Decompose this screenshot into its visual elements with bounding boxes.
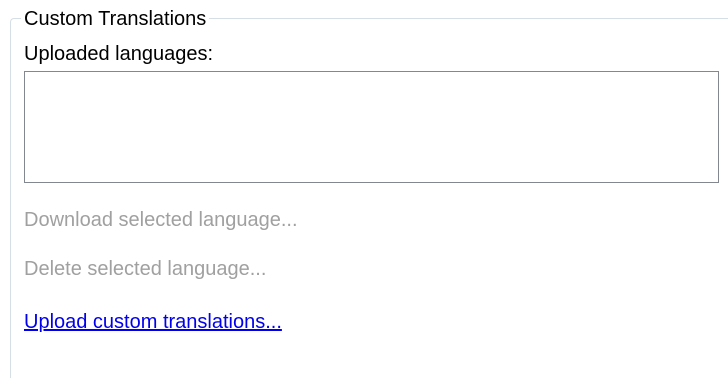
upload-custom-translations-link[interactable]: Upload custom translations... — [24, 310, 282, 334]
delete-selected-language-link: Delete selected language... — [24, 258, 267, 280]
download-selected-language-link: Download selected language... — [24, 209, 298, 231]
uploaded-languages-listbox[interactable] — [24, 71, 719, 183]
groupbox-title: Custom Translations — [21, 7, 210, 31]
uploaded-languages-label: Uploaded languages: — [24, 43, 214, 65]
